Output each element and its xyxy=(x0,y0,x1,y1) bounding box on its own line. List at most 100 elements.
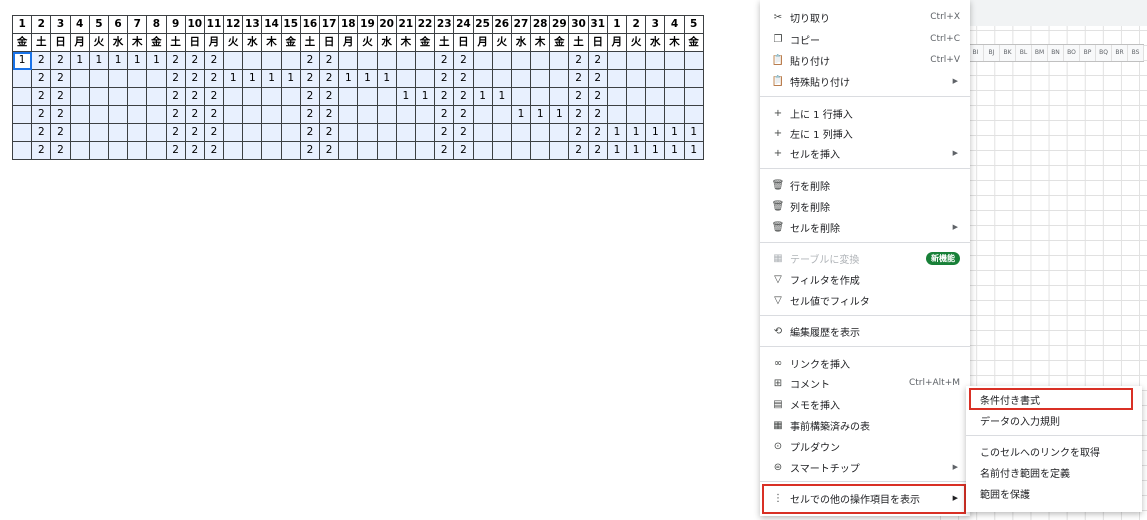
cell[interactable] xyxy=(395,51,416,70)
menu-item-create-filter[interactable]: ▽ フィルタを作成 xyxy=(760,269,970,289)
cell[interactable] xyxy=(357,87,378,106)
cell[interactable]: 2 xyxy=(203,51,225,70)
cell[interactable]: 金 xyxy=(280,33,301,52)
cell[interactable]: 2 xyxy=(434,87,455,106)
cell[interactable]: 土 xyxy=(568,33,589,52)
cell[interactable]: 木 xyxy=(530,33,551,52)
cell[interactable] xyxy=(146,105,167,124)
column-header[interactable]: BI xyxy=(968,45,984,61)
cell[interactable]: 2 xyxy=(299,141,321,160)
column-header[interactable]: BO xyxy=(1064,45,1080,61)
cell[interactable]: 2 xyxy=(587,51,608,70)
cell[interactable]: 29 xyxy=(549,15,570,34)
cell[interactable]: 2 xyxy=(434,141,455,160)
cell[interactable] xyxy=(395,123,416,142)
cell[interactable]: 1 xyxy=(261,69,282,88)
cell[interactable] xyxy=(280,141,301,160)
cell[interactable]: 日 xyxy=(50,33,71,52)
cell[interactable]: 2 xyxy=(31,105,52,124)
menu-item-insert-link[interactable]: ∞ リンクを挿入 xyxy=(760,353,970,373)
cell[interactable]: 火 xyxy=(491,33,512,52)
cell[interactable] xyxy=(376,141,397,160)
cell[interactable]: 2 xyxy=(299,123,321,142)
cell[interactable]: 2 xyxy=(165,141,186,160)
cell[interactable] xyxy=(683,87,704,106)
cell[interactable]: 2 xyxy=(318,69,340,88)
cell[interactable]: 3 xyxy=(50,15,71,34)
cell[interactable]: 2 xyxy=(203,105,225,124)
cell[interactable] xyxy=(107,141,129,160)
cell[interactable] xyxy=(88,105,109,124)
cell[interactable] xyxy=(510,123,532,142)
cell[interactable] xyxy=(69,141,90,160)
menu-item-smart-chip[interactable]: ⊜ スマートチップ ▶ xyxy=(760,457,970,477)
cell[interactable] xyxy=(645,51,666,70)
cell[interactable] xyxy=(491,123,512,142)
menu-item-edit-history[interactable]: ⟲ 編集履歴を表示 xyxy=(760,321,970,341)
cell[interactable]: 日 xyxy=(318,33,340,52)
cell[interactable]: 1 xyxy=(223,69,244,88)
cell[interactable] xyxy=(107,87,129,106)
cell[interactable]: 1 xyxy=(491,87,512,106)
cell[interactable]: 水 xyxy=(510,33,532,52)
cell[interactable] xyxy=(88,123,109,142)
cell[interactable] xyxy=(683,69,704,88)
cell[interactable]: 18 xyxy=(338,15,359,34)
cell[interactable]: 2 xyxy=(31,141,52,160)
cell[interactable] xyxy=(606,51,628,70)
cell[interactable]: 2 xyxy=(453,69,474,88)
cell[interactable] xyxy=(261,105,282,124)
menu-item-copy[interactable]: ❐ コピー Ctrl+C xyxy=(760,29,970,49)
cell[interactable]: 1 xyxy=(625,123,647,142)
menu-item-insert-row-above[interactable]: + 上に 1 行挿入 xyxy=(760,103,970,123)
cell[interactable]: 2 xyxy=(50,141,71,160)
cell[interactable] xyxy=(107,69,129,88)
cell[interactable]: 土 xyxy=(31,33,52,52)
cell[interactable]: 2 xyxy=(453,51,474,70)
cell[interactable] xyxy=(69,87,90,106)
cell[interactable]: 1 xyxy=(395,87,416,106)
cell[interactable]: 1 xyxy=(357,69,378,88)
cell[interactable]: 1 xyxy=(338,69,359,88)
cell[interactable]: 日 xyxy=(453,33,474,52)
cell[interactable] xyxy=(645,105,666,124)
cell[interactable]: 2 xyxy=(318,51,340,70)
cell[interactable] xyxy=(127,87,148,106)
cell[interactable]: 4 xyxy=(664,15,685,34)
cell[interactable] xyxy=(127,123,148,142)
cell[interactable]: 火 xyxy=(88,33,109,52)
cell[interactable] xyxy=(242,141,263,160)
cell[interactable]: 3 xyxy=(645,15,666,34)
cell[interactable]: 2 xyxy=(31,123,52,142)
cell[interactable]: 2 xyxy=(165,123,186,142)
cell[interactable]: 30 xyxy=(568,15,589,34)
cell[interactable] xyxy=(280,51,301,70)
cell[interactable]: 2 xyxy=(453,123,474,142)
cell[interactable] xyxy=(491,69,512,88)
column-header[interactable]: BJ xyxy=(984,45,1000,61)
cell[interactable]: 1 xyxy=(625,141,647,160)
submenu-item-protect-range[interactable]: 範囲を保護 xyxy=(966,483,1142,503)
cell[interactable] xyxy=(107,123,129,142)
cell[interactable] xyxy=(146,141,167,160)
cell[interactable]: 1 xyxy=(107,51,129,70)
cell[interactable] xyxy=(606,87,628,106)
cell[interactable] xyxy=(223,123,244,142)
cell[interactable]: 1 xyxy=(11,51,33,70)
cell[interactable] xyxy=(510,51,532,70)
cell[interactable] xyxy=(88,87,109,106)
cell[interactable]: 1 xyxy=(414,87,436,106)
column-header[interactable]: BN xyxy=(1048,45,1064,61)
cell[interactable] xyxy=(414,141,436,160)
cell[interactable] xyxy=(261,123,282,142)
cell[interactable] xyxy=(625,105,647,124)
cell[interactable]: 2 xyxy=(203,69,225,88)
cell[interactable]: 2 xyxy=(31,51,52,70)
cell[interactable] xyxy=(261,141,282,160)
cell[interactable]: 1 xyxy=(146,51,167,70)
cell[interactable] xyxy=(625,69,647,88)
cell[interactable] xyxy=(491,105,512,124)
cell[interactable]: 2 xyxy=(184,105,205,124)
cell[interactable]: 月 xyxy=(69,33,90,52)
menu-item-filter-by-value[interactable]: ▽ セル値でフィルタ xyxy=(760,290,970,310)
